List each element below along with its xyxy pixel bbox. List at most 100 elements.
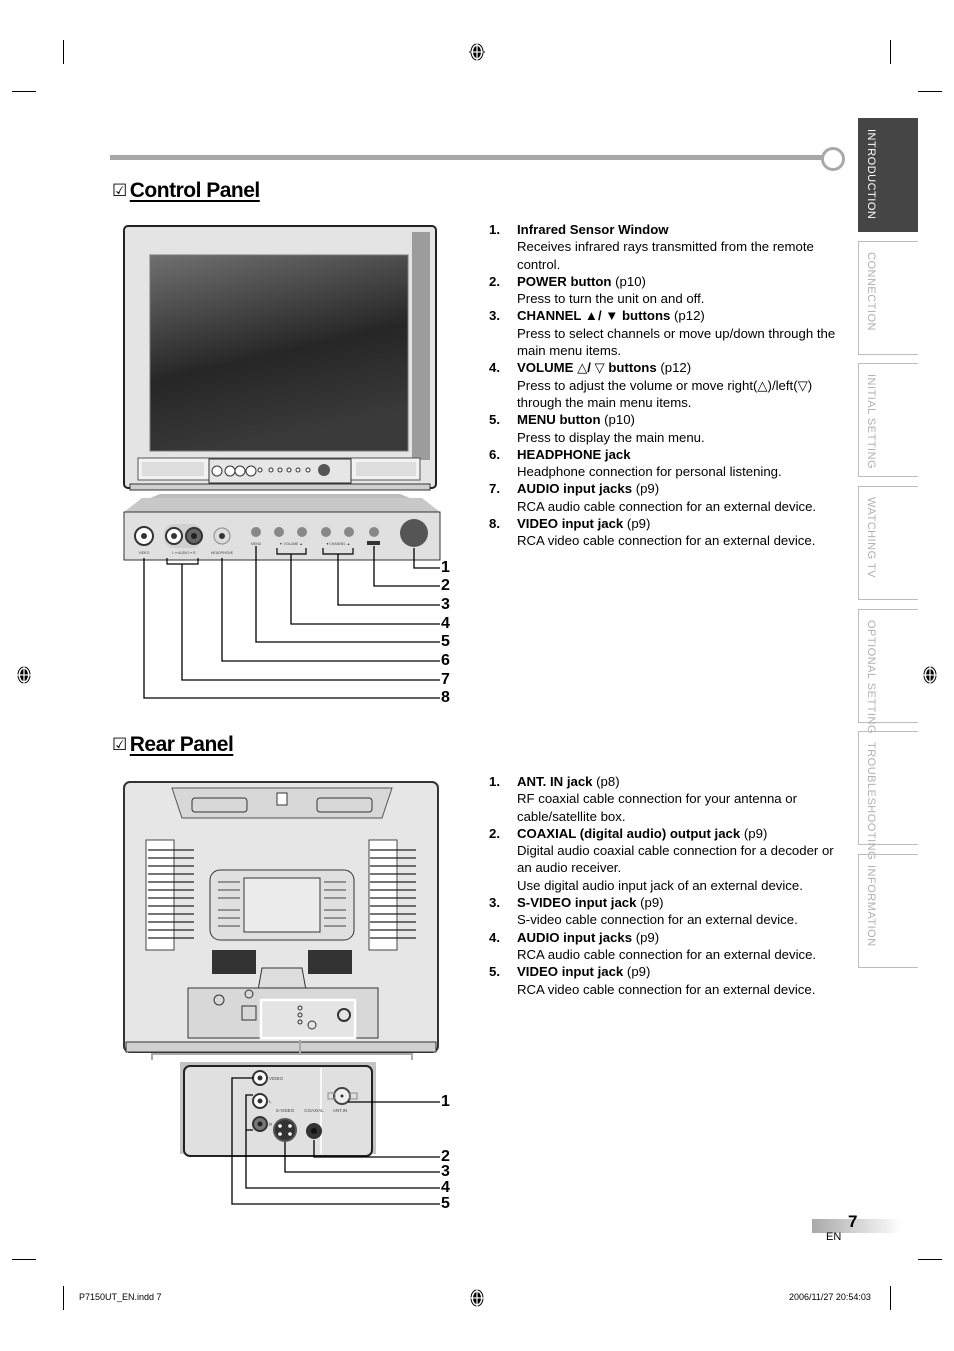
page-number: 7 — [848, 1212, 858, 1231]
registration-mark-icon — [469, 42, 485, 62]
side-tab-connection[interactable]: CONNECTION — [858, 241, 918, 355]
callout-1: 1 — [441, 559, 450, 576]
item-title: AUDIO input jacks — [517, 929, 633, 945]
item-description: RCA audio cable connection for an extern… — [517, 498, 817, 514]
side-tab-troubleshooting[interactable]: TROUBLESHOOTING — [858, 731, 918, 860]
list-item: 2. POWER button (p10) Press to turn the un… — [489, 273, 849, 308]
language-code: EN — [826, 1231, 842, 1243]
rear-jack-closeup: VIDEO L R S-VIDEO COAXIAL ANT.IN — [180, 1062, 440, 1205]
section-title-control-panel: ☑ Control Panel — [112, 179, 260, 202]
item-title: Infrared Sensor Window — [517, 222, 669, 237]
checkbox-icon: ☑ — [112, 181, 127, 200]
section-title-rear-panel: ☑ Rear Panel — [112, 733, 234, 756]
item-page-ref: (p10) — [611, 273, 646, 289]
crop-mark — [63, 40, 64, 64]
list-item: 3. CHANNEL ▲/ ▼ buttons (p12) Press to sel… — [489, 307, 849, 359]
item-number: 5. — [489, 964, 500, 980]
item-title: S-VIDEO input jack — [517, 895, 637, 911]
rear-panel-list: 1. ANT. IN jack (p8) RF coaxial cable conn… — [489, 773, 849, 998]
item-page-ref: (p10) — [600, 412, 635, 428]
item-number: 4. — [489, 360, 500, 376]
item-title: MENU button — [517, 412, 601, 428]
item-description: RCA audio cable connection for an extern… — [517, 946, 817, 962]
item-page-ref: (p9) — [636, 895, 664, 911]
item-page-ref: (p12) — [670, 308, 705, 324]
crop-mark — [63, 1286, 64, 1310]
list-item: 7. AUDIO input jacks (p9) RCA audio cable … — [489, 480, 849, 515]
side-tab-watching-tv[interactable]: WATCHING TV — [858, 486, 918, 600]
panel-label-video: VIDEO — [139, 551, 150, 555]
list-item: 5. MENU button (p10) Press to display the … — [489, 411, 849, 446]
crop-mark — [890, 1286, 891, 1310]
item-number: 4. — [489, 929, 500, 945]
item-title: ANT. IN jack — [517, 774, 593, 789]
header-rule — [110, 155, 822, 160]
item-description: Press to select channels or move up/down… — [517, 325, 836, 359]
callout-5: 5 — [441, 633, 450, 650]
panel-label-menu: MENU — [251, 542, 262, 546]
item-number: 5. — [489, 412, 500, 428]
list-item: 2. COAXIAL (digital audio) output jack (p… — [489, 825, 849, 894]
item-description: Press to turn the unit on and off. — [517, 291, 705, 307]
list-item: 1. ANT. IN jack (p8) RF coaxial cable conn… — [489, 773, 849, 825]
control-panel-list: 1. Infrared Sensor Window Receives infrare… — [489, 221, 849, 550]
jack-label-svideo: S-VIDEO — [276, 1108, 295, 1113]
crop-mark — [12, 91, 36, 92]
side-tab-initial-setting[interactable]: INITIAL SETTING — [858, 363, 918, 477]
tv-front-illustration — [123, 225, 437, 502]
item-page-ref: (p9) — [632, 929, 660, 945]
item-description: S-video cable connection for an external… — [517, 912, 798, 928]
rear-callout-5: 5 — [441, 1195, 450, 1212]
item-number: 2. — [489, 825, 500, 841]
list-item: 6. HEADPHONE jack Headphone connection for… — [489, 446, 849, 481]
item-number: 1. — [489, 222, 500, 237]
item-number: 8. — [489, 516, 500, 532]
list-item: 5. VIDEO input jack (p9) RCA video cable c… — [489, 963, 849, 998]
registration-mark-icon — [922, 665, 938, 685]
list-item: 3. S-VIDEO input jack (p9) S-video cable c… — [489, 894, 849, 929]
side-tab-information[interactable]: INFORMATION — [858, 854, 918, 968]
item-page-ref: (p8) — [592, 774, 620, 789]
item-description: Headphone connection for personal listen… — [517, 464, 782, 480]
item-description: Press to adjust the volume or move right… — [517, 377, 813, 410]
footer-timestamp: 2006/11/27 20:54:03 — [789, 1292, 871, 1302]
side-tab-optional-setting[interactable]: OPTIONAL SETTING — [858, 609, 918, 734]
panel-label-channel: ▼CHANNEL ▲ — [326, 542, 351, 546]
callout-6: 6 — [441, 652, 450, 669]
item-description: Digital audio coaxial cable connection f… — [517, 843, 834, 876]
panel-label-audio: L ━ AUDIO ━ R — [172, 551, 196, 555]
tv-rear-illustration — [123, 781, 439, 1060]
registration-mark-icon — [469, 1288, 485, 1308]
item-title: VIDEO input jack — [517, 516, 624, 532]
item-title: VOLUME △/ ▽ buttons — [517, 360, 657, 376]
crop-mark — [12, 1259, 36, 1260]
jack-label-video: VIDEO — [269, 1076, 284, 1081]
item-number: 7. — [489, 481, 500, 497]
item-number: 3. — [489, 895, 500, 911]
side-tab-introduction[interactable]: INTRODUCTION — [858, 118, 918, 232]
callout-8: 8 — [441, 689, 450, 706]
list-item: 8. VIDEO input jack (p9) RCA video cable c… — [489, 515, 849, 550]
rear-callout-1: 1 — [441, 1093, 450, 1110]
item-description: RCA video cable connection for an extern… — [517, 533, 816, 549]
item-title: VIDEO input jack — [517, 964, 624, 980]
callout-4: 4 — [441, 615, 450, 632]
item-description: Receives infrared rays transmitted from … — [517, 239, 814, 272]
crop-mark — [918, 91, 942, 92]
item-description: RF coaxial cable connection for your ant… — [517, 791, 798, 824]
jack-label-coaxial: COAXIAL — [304, 1108, 324, 1113]
panel-label-volume: ▼ VOLUME ▲ — [279, 542, 303, 546]
item-title: POWER button — [517, 273, 612, 289]
item-page-ref: (p9) — [623, 964, 651, 980]
item-page-ref: (p12) — [656, 360, 692, 376]
item-number: 3. — [489, 308, 500, 324]
item-description: Use digital audio input jack of an exter… — [517, 877, 803, 893]
crop-mark — [890, 40, 891, 64]
item-title: CHANNEL ▲/ ▼ buttons — [517, 308, 671, 324]
list-item: 4. AUDIO input jacks (p9) RCA audio cable … — [489, 929, 849, 964]
list-item: 1. Infrared Sensor Window Receives infrare… — [489, 221, 849, 273]
jack-label-antin: ANT.IN — [333, 1108, 347, 1113]
item-description: RCA video cable connection for an extern… — [517, 981, 816, 997]
crop-mark — [918, 1259, 942, 1260]
header-rule-end-circle — [821, 147, 845, 171]
